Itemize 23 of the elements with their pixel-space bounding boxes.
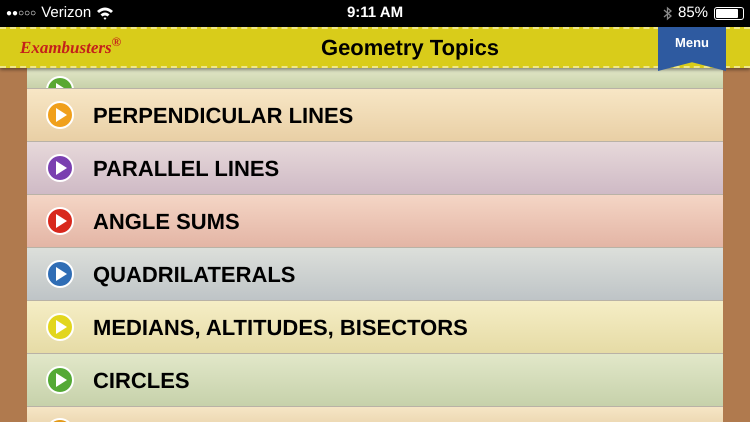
- topic-row[interactable]: ANGLE SUMS: [27, 195, 723, 248]
- topic-row[interactable]: PARALLEL LINES: [27, 142, 723, 195]
- topic-row[interactable]: [27, 68, 723, 89]
- topic-label: CIRCLES: [93, 366, 190, 394]
- battery-percent: 85%: [678, 3, 708, 24]
- topic-label: QUADRILATERALS: [93, 260, 296, 288]
- page-title: Geometry Topics: [320, 34, 500, 62]
- clock-time: 9:11 AM: [346, 3, 404, 24]
- topic-label: ANGLE SUMS: [93, 208, 240, 236]
- topic-row[interactable]: MEDIANS, ALTITUDES, BISECTORS: [27, 301, 723, 354]
- bluetooth-icon: [662, 6, 672, 21]
- app-logo: Exambusters$^{®}$: [20, 34, 122, 59]
- carrier-name: Verizon: [41, 3, 92, 24]
- menu-button[interactable]: Menu: [658, 27, 726, 71]
- topic-row[interactable]: PERPENDICULAR LINES: [27, 89, 723, 142]
- wifi-icon: [96, 7, 114, 20]
- topic-label: PARALLEL LINES: [93, 154, 280, 182]
- signal-strength: ●●○○○: [6, 7, 36, 21]
- topic-label: MEDIANS, ALTITUDES, BISECTORS: [93, 314, 468, 342]
- topic-row[interactable]: QUADRILATERALS: [27, 248, 723, 301]
- topic-label: PERPENDICULAR LINES: [93, 102, 354, 130]
- topic-row[interactable]: CIRCLES: [27, 354, 723, 407]
- battery-icon: [714, 7, 744, 20]
